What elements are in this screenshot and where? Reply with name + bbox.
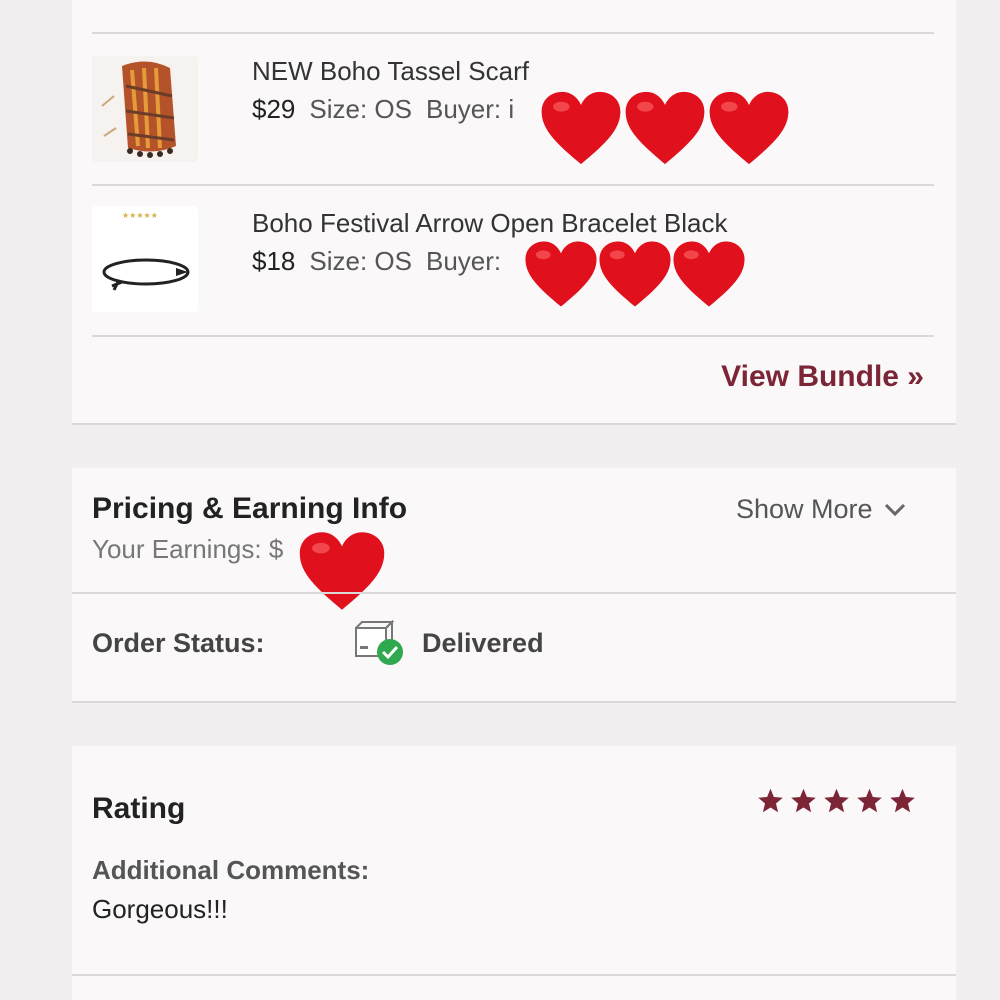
divider [92,184,934,186]
star-icon [791,788,816,813]
heart-icon [709,91,789,165]
divider [72,592,956,594]
heart-emoji-group [540,88,790,168]
divider [72,701,956,703]
item-size: Size: OS [309,246,412,276]
item-buyer: Buyer: [425,246,502,276]
divider [92,335,934,337]
divider [92,32,934,34]
scarf-thumbnail[interactable] [92,56,198,162]
heart-icon [599,241,671,307]
heart-icon [673,241,745,307]
rating-title: Rating [92,792,186,825]
heart-icon [625,91,705,165]
divider [72,423,956,425]
heart-icon [525,241,597,307]
comments-label: Additional Comments: [92,855,370,885]
item-size: Size: OS [309,94,412,124]
item-meta: $29 Size: OS Buyer: i [252,94,528,125]
view-bundle-link[interactable]: View Bundle » [721,360,924,394]
bracelet-thumbnail[interactable]: ★★★★★ [92,206,198,312]
chevron-down-icon [884,503,905,516]
item-title[interactable]: NEW Boho Tassel Scarf [252,56,529,87]
show-more-button[interactable]: Show More [736,494,907,525]
heart-emoji-group [524,238,746,310]
star-icon [824,788,849,813]
item-price: $18 [252,246,296,276]
heart-icon [299,532,385,610]
earnings-label: Your Earnings: $ [92,534,284,564]
heart-icon [541,91,621,165]
delivered-box-icon [354,619,406,668]
heart-emoji-group [298,528,386,614]
rating-stars [756,787,917,815]
star-icon [758,788,783,813]
item-buyer: Buyer: i [425,94,515,124]
item-price: $29 [252,94,296,124]
bottom-panel [72,976,956,1000]
order-status-value: Delivered [422,628,544,658]
star-icon [857,788,882,813]
star-icon [890,788,915,813]
pricing-title: Pricing & Earning Info [92,492,408,525]
item-title[interactable]: Boho Festival Arrow Open Bracelet Black [252,208,727,239]
show-more-label: Show More [736,494,873,524]
svg-text:★★★★★: ★★★★★ [122,211,158,220]
order-status-label: Order Status: [92,628,265,658]
item-meta: $18 Size: OS Buyer: [252,246,515,277]
comments-text: Gorgeous!!! [92,894,228,924]
